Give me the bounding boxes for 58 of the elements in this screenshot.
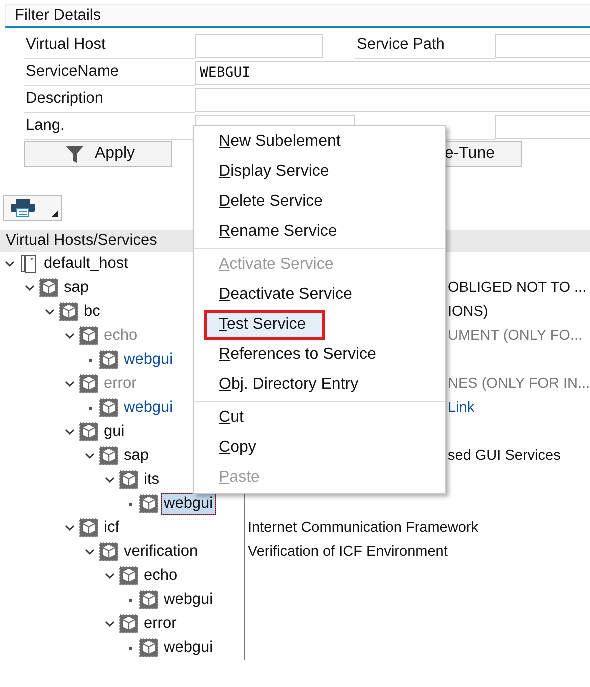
input-field[interactable]: WEBGUI [195, 60, 590, 84]
tree-node[interactable]: sap [122, 446, 151, 466]
tree-node[interactable]: verification [122, 542, 200, 562]
input-field[interactable] [195, 34, 323, 58]
menu-item[interactable]: Test Service [204, 310, 325, 340]
description-text: OBLIGED NOT TO ... [448, 280, 587, 296]
panel-title: Filter Details [14, 6, 102, 26]
tree-node[interactable]: echo [142, 566, 180, 586]
tree-node[interactable]: webgui [122, 350, 176, 370]
menu-item[interactable]: References to Service [194, 340, 445, 370]
tree-node[interactable]: webgui [122, 398, 176, 418]
menu-item[interactable]: Copy [194, 433, 445, 463]
printer-icon [10, 198, 36, 218]
description-text: Internet Communication Framework [248, 520, 478, 536]
input-field[interactable] [495, 114, 590, 138]
dropdown-icon [52, 211, 58, 217]
package-icon [39, 278, 59, 298]
package-icon [139, 494, 159, 514]
package-icon [139, 590, 159, 610]
description-text: sed GUI Services [448, 448, 561, 464]
package-icon [119, 566, 139, 586]
package-icon [79, 422, 99, 442]
tree-node[interactable]: default_host [42, 254, 130, 274]
tree-node[interactable]: bc [82, 302, 102, 322]
package-icon [119, 614, 139, 634]
tree-node[interactable]: sap [62, 278, 91, 298]
tree-node[interactable]: its [142, 470, 162, 490]
package-icon [79, 374, 99, 394]
filter-icon [65, 144, 85, 164]
package-icon [99, 446, 119, 466]
description-text: UMENT (ONLY FO... [448, 328, 583, 344]
package-icon [139, 638, 159, 658]
menu-item[interactable]: Cut [194, 403, 445, 433]
document-icon [19, 254, 39, 274]
description-text: Verification of ICF Environment [248, 544, 448, 560]
package-icon [79, 518, 99, 538]
menu-item[interactable]: Obj. Directory Entry [194, 370, 445, 400]
tree-node[interactable]: webgui [162, 494, 216, 514]
description-text: Link [448, 400, 475, 416]
menu-item[interactable]: Delete Service [194, 187, 445, 217]
tree-node[interactable]: icf [102, 518, 122, 538]
tree-node[interactable]: webgui [162, 590, 216, 610]
package-icon [99, 542, 119, 562]
print-button[interactable] [3, 195, 62, 221]
package-icon [119, 470, 139, 490]
package-icon [99, 350, 119, 370]
tree-node[interactable]: gui [102, 422, 127, 442]
apply-button[interactable]: Apply [24, 140, 172, 166]
tree-node[interactable]: error [142, 614, 179, 634]
description-text: NES (ONLY FOR IN... [448, 376, 590, 392]
package-icon [59, 302, 79, 322]
tree-node[interactable]: webgui [162, 638, 216, 658]
description-text: IONS) [448, 304, 488, 320]
input-field[interactable] [495, 34, 590, 58]
package-icon [99, 398, 119, 418]
input-field[interactable] [195, 88, 590, 112]
menu-item[interactable]: Deactivate Service [194, 280, 445, 310]
package-icon [79, 326, 99, 346]
